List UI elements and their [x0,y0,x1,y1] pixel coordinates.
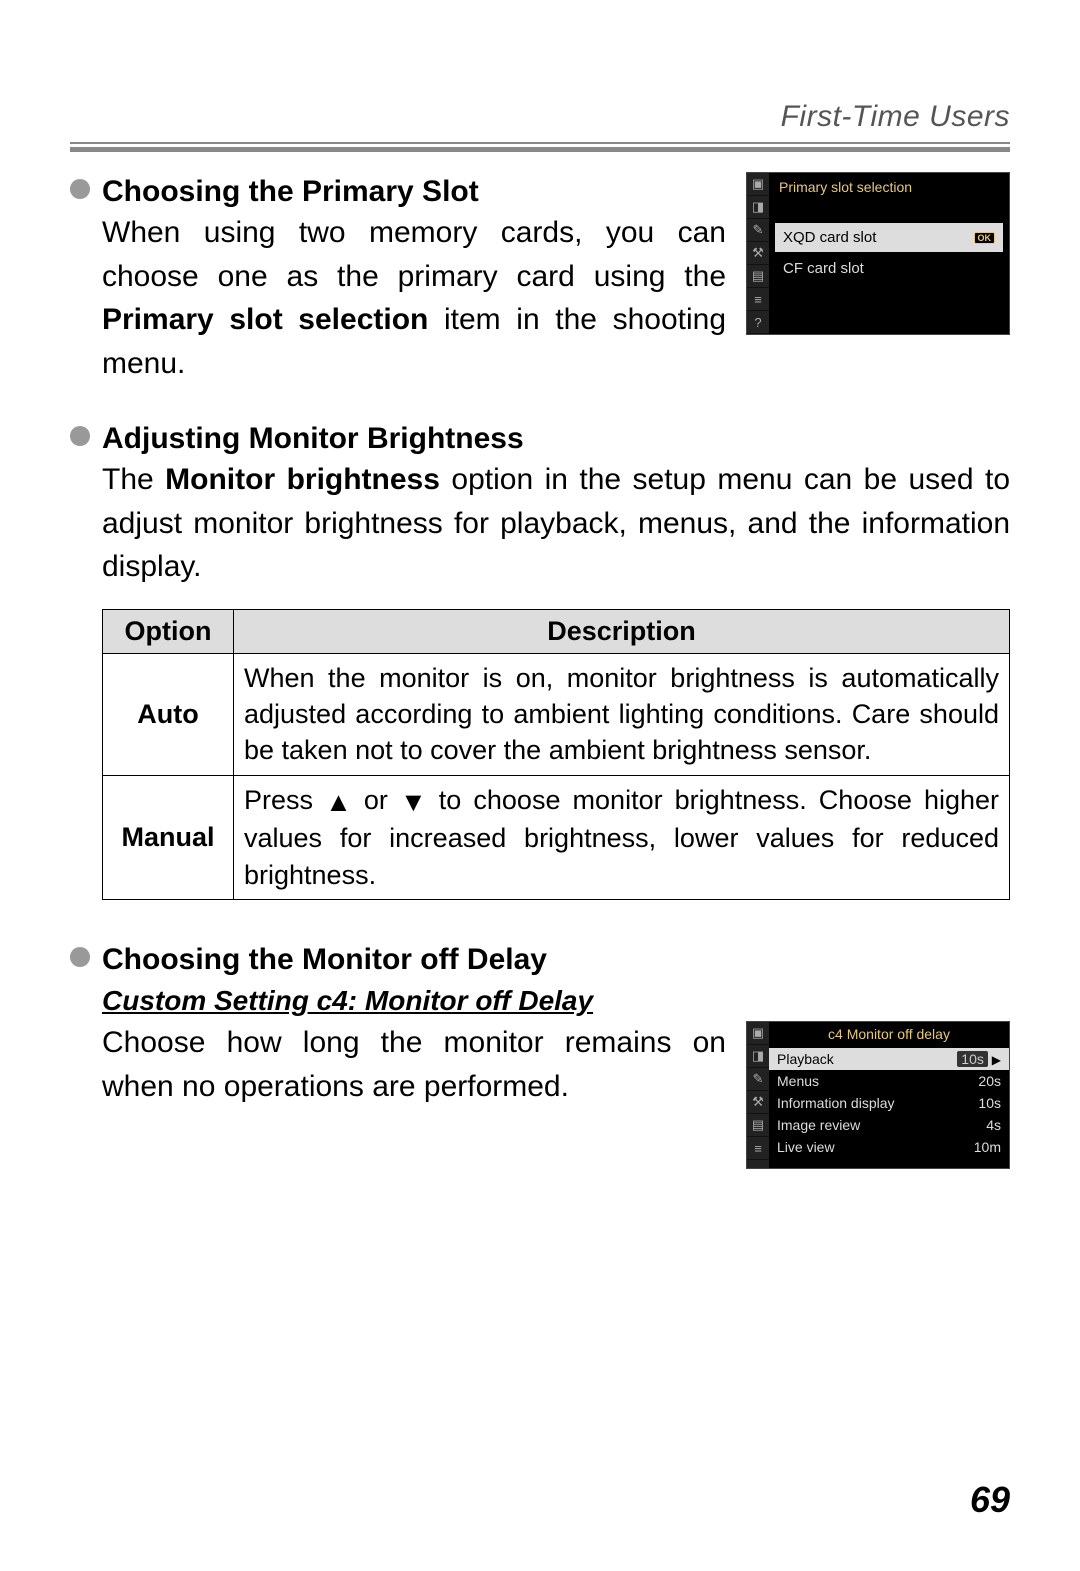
camera-screenshot-monitor-off: ▣ ◨ ✎ ⚒ ▤ ≡ c4 Monitor off delay Playbac… [746,1021,1010,1169]
cam-title: Primary slot selection [775,177,1003,205]
help-icon: ? [747,311,769,334]
brightness-table: Option Description Auto When the monitor… [102,609,1010,901]
myMenu-icon: ≡ [747,288,769,311]
cam-title: c4 Monitor off delay [769,1024,1009,1048]
primary-slot-text: When using two memory cards, you can cho… [102,211,726,385]
cam-row-image-review: Image review 4s [769,1114,1009,1136]
section-brightness: Adjusting Monitor Brightness The Monitor… [70,419,1010,900]
manual-page: First-Time Users Choosing the Primary Sl… [0,0,1080,1571]
custom-setting-subhead: Custom Setting c4: Monitor off Delay [102,985,1010,1017]
page-header: First-Time Users [70,100,1010,134]
bullet-icon [70,947,90,967]
down-triangle-icon: ▼ [400,784,427,820]
wrench-icon: ⚒ [747,242,769,265]
camera-icon: ◨ [747,196,769,219]
myMenu-icon: ≡ [747,1137,769,1160]
brightness-text: The Monitor brightness option in the set… [102,458,1010,589]
cam-row-live-view: Live view 10m [769,1136,1009,1158]
retouch-icon: ▤ [747,265,769,288]
bullet-icon [70,179,90,199]
pencil-icon: ✎ [747,1068,769,1091]
up-triangle-icon: ▲ [325,784,352,820]
cam-item-xqd: XQD card slot OK [775,223,1003,252]
th-option: Option [103,609,234,653]
right-arrow-icon: ▶ [992,1053,1001,1067]
option-manual: Manual [103,775,234,899]
th-description: Description [234,609,1010,653]
cam-row-menus: Menus 20s [769,1070,1009,1092]
pencil-icon: ✎ [747,219,769,242]
cam-row-playback: Playback 10s ▶ [769,1048,1009,1070]
section-title-brightness: Adjusting Monitor Brightness [102,419,524,458]
camera-menu-icons: ▣ ◨ ✎ ⚒ ▤ ≡ ? [747,173,769,334]
section-primary-slot: Choosing the Primary Slot When using two… [70,172,1010,385]
table-row: Auto When the monitor is on, monitor bri… [103,653,1010,775]
camera-screenshot-primary-slot: ▣ ◨ ✎ ⚒ ▤ ≡ ? Primary slot selection XQD… [746,172,1010,335]
page-number: 69 [970,1479,1010,1521]
playback-icon: ▣ [747,173,769,196]
option-auto: Auto [103,653,234,775]
cam-item-cf: CF card slot [775,254,1003,283]
section-title-monitor-off: Choosing the Monitor off Delay [102,940,547,979]
camera-icon: ◨ [747,1045,769,1068]
camera-menu-icons: ▣ ◨ ✎ ⚒ ▤ ≡ [747,1022,769,1168]
section-title-primary-slot: Choosing the Primary Slot [102,172,479,211]
desc-auto: When the monitor is on, monitor brightne… [234,653,1010,775]
desc-manual: Press ▲ or ▼ to choose monitor brightnes… [234,775,1010,899]
ok-badge: OK [974,232,996,244]
retouch-icon: ▤ [747,1114,769,1137]
playback-icon: ▣ [747,1022,769,1045]
header-divider [70,142,1010,152]
section-monitor-off: Choosing the Monitor off Delay Custom Se… [70,940,1010,1169]
table-row: Manual Press ▲ or ▼ to choose monitor br… [103,775,1010,899]
monitor-off-text: Choose how long the monitor remains on w… [102,1021,726,1108]
table-header-row: Option Description [103,609,1010,653]
wrench-icon: ⚒ [747,1091,769,1114]
bullet-icon [70,426,90,446]
cam-row-info-display: Information display 10s [769,1092,1009,1114]
